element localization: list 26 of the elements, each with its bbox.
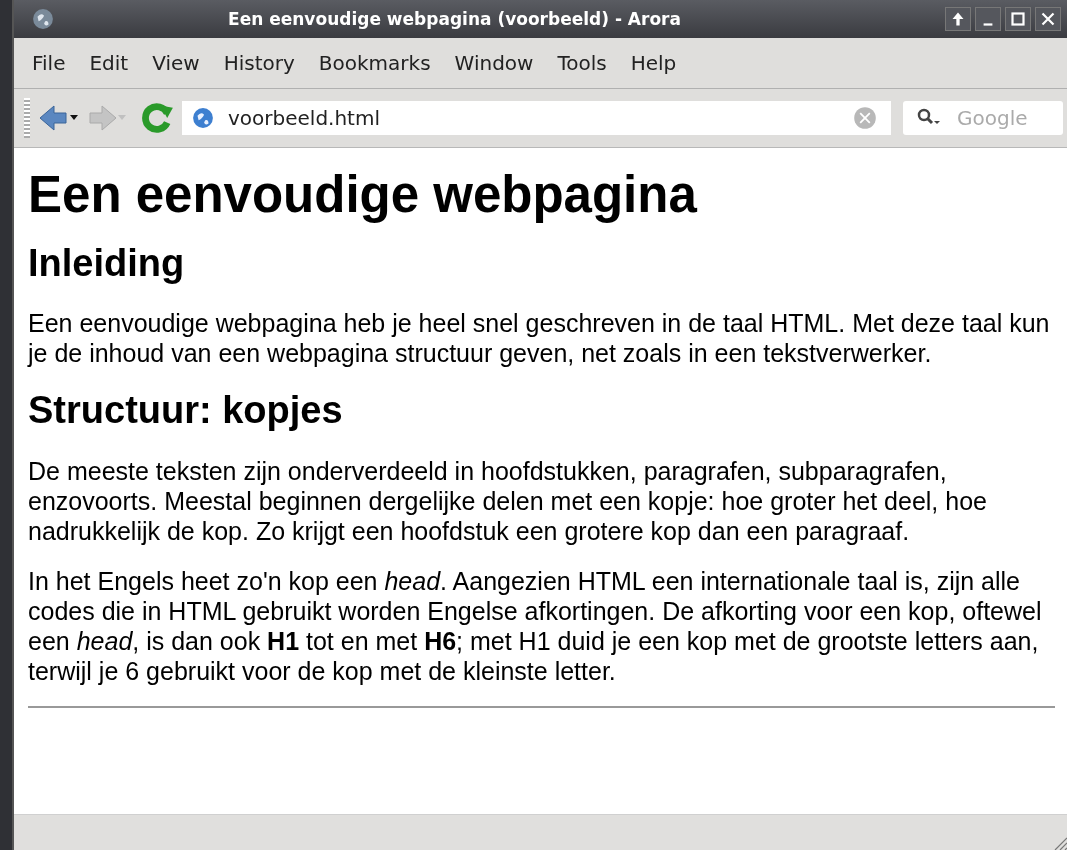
page-heading: Een eenvoudige webpagina xyxy=(28,166,699,225)
maximize-icon[interactable] xyxy=(1005,7,1031,31)
window-title: Een eenvoudige webpagina (voorbeeld) - Arora xyxy=(227,9,682,29)
menu-item[interactable]: Tools xyxy=(545,51,619,75)
section-heading: Structuur: kopjes xyxy=(28,388,344,434)
close-icon[interactable] xyxy=(1035,7,1061,31)
clear-icon[interactable] xyxy=(853,106,877,130)
minimize-icon[interactable] xyxy=(975,7,1001,31)
resize-grip-icon[interactable] xyxy=(1053,836,1067,850)
menu-item[interactable]: Help xyxy=(618,51,689,75)
section-heading: Inleiding xyxy=(28,240,186,286)
reload-icon[interactable] xyxy=(140,101,174,135)
search-field[interactable]: Google xyxy=(903,101,1063,135)
globe-icon xyxy=(192,107,214,129)
menu-item[interactable]: Bookmarks xyxy=(306,51,443,75)
address-field[interactable]: voorbeeld.html xyxy=(182,101,891,135)
menu-item[interactable]: File xyxy=(20,51,78,75)
back-button[interactable] xyxy=(38,103,78,133)
paragraph: Een eenvoudige webpagina heb je heel snel geschreven in de taal HTML. Met deze taal kun je de inhoud van een webpagina structuur geven, net zoals in een tekstverwerker. xyxy=(28,308,1051,369)
menu-item[interactable]: Edit xyxy=(77,51,141,75)
paragraph: In het Engels heet zo'n kop een head. Aangezien HTML een internationale taal is, zijn alle codes die in HTML gebruikt worden Engelse afkortingen. De afkorting voor een kop, oftewel een head, is dan ook H1 tot en met H6; met H1 duid je een kop met de grootste letters aan, terwijl je 6 gebruikt voor de kop met de kleinste letter. xyxy=(28,565,1043,686)
menu-item[interactable]: View xyxy=(140,51,212,75)
globe-icon xyxy=(32,8,54,30)
menu-item[interactable]: History xyxy=(211,51,307,75)
menu-item[interactable]: Window xyxy=(442,51,546,75)
paragraph: De meeste teksten zijn onderverdeeld in hoofdstukken, paragrafen, subparagrafen, enzovoorts. Meestal beginnen dergelijke delen met een kopje: hoe groter het deel, hoe nadrukkelijk de kop. Zo krijgt een hoofdstuk een grotere kop dan een paragraaf. xyxy=(28,455,988,546)
